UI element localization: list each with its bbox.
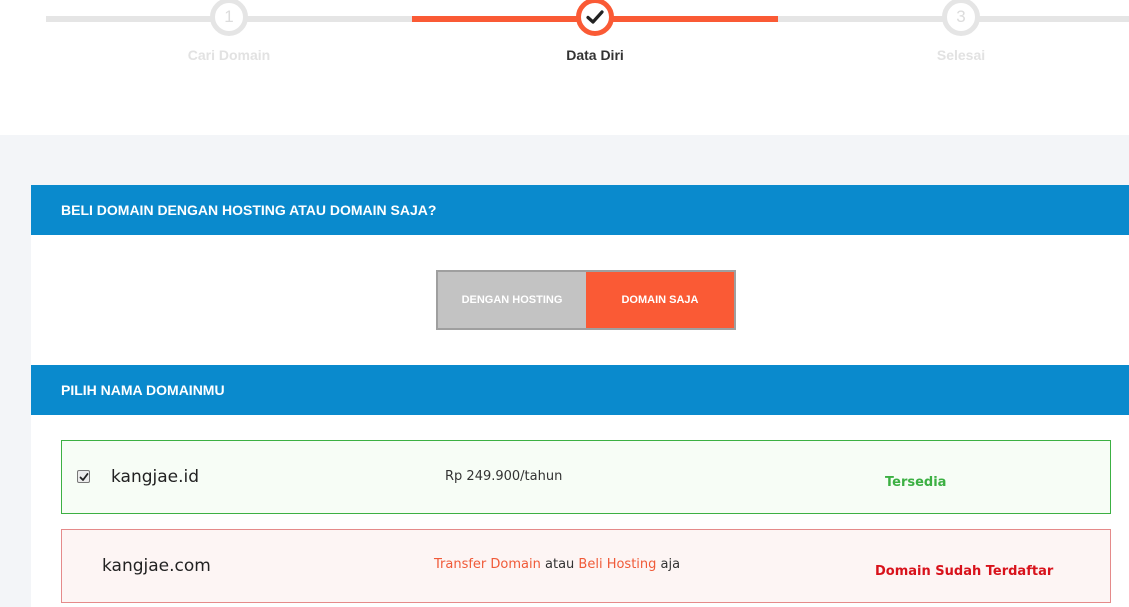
domain-price: Rp 249.900/tahun	[445, 469, 563, 484]
step-2-circle	[576, 0, 614, 36]
domain-name: kangjae.com	[102, 556, 211, 576]
domain-name: kangjae.id	[111, 467, 200, 487]
domain-choice-header: PILIH NAMA DOMAINMU	[31, 365, 1129, 415]
purchase-type-title: BELI DOMAIN DENGAN HOSTING ATAU DOMAIN S…	[61, 202, 437, 218]
step-2-label: Data Diri	[566, 47, 624, 63]
purchase-type-toggle: DENGAN HOSTING DOMAIN SAJA	[436, 270, 736, 330]
actions-separator: atau	[545, 557, 575, 572]
step-1-number: 1	[224, 7, 234, 26]
step-1-circle: 1	[210, 0, 248, 36]
progress-stepper: 1 3 Cari Domain Data Diri Selesai	[0, 0, 1129, 135]
registered-status: Domain Sudah Terdaftar	[875, 564, 1054, 579]
step-1-label: Cari Domain	[187, 47, 271, 63]
domain-result-taken: kangjae.com Transfer Domain atau Beli Ho…	[61, 529, 1111, 603]
purchase-type-header: BELI DOMAIN DENGAN HOSTING ATAU DOMAIN S…	[31, 185, 1129, 235]
domain-choice-title: PILIH NAMA DOMAINMU	[61, 382, 225, 398]
step-3-label: Selesai	[936, 47, 986, 63]
transfer-domain-link[interactable]: Transfer Domain	[434, 557, 541, 572]
buy-hosting-link[interactable]: Beli Hosting	[578, 557, 656, 572]
check-icon	[586, 10, 604, 24]
availability-status: Tersedia	[885, 475, 947, 490]
step-3-circle: 3	[942, 0, 980, 36]
domain-results-panel: kangjae.id Rp 249.900/tahun Tersedia kan…	[31, 415, 1129, 607]
domain-only-option[interactable]: DOMAIN SAJA	[586, 272, 734, 328]
checkmark-icon	[79, 472, 88, 481]
purchase-type-panel: DENGAN HOSTING DOMAIN SAJA	[31, 235, 1129, 365]
with-hosting-option[interactable]: DENGAN HOSTING	[438, 272, 586, 328]
step-3-number: 3	[956, 7, 966, 26]
domain-actions: Transfer Domain atau Beli Hosting aja	[434, 557, 680, 572]
actions-suffix: aja	[660, 557, 681, 572]
domain-result-available: kangjae.id Rp 249.900/tahun Tersedia	[61, 440, 1111, 514]
domain-select-checkbox[interactable]	[77, 470, 90, 483]
